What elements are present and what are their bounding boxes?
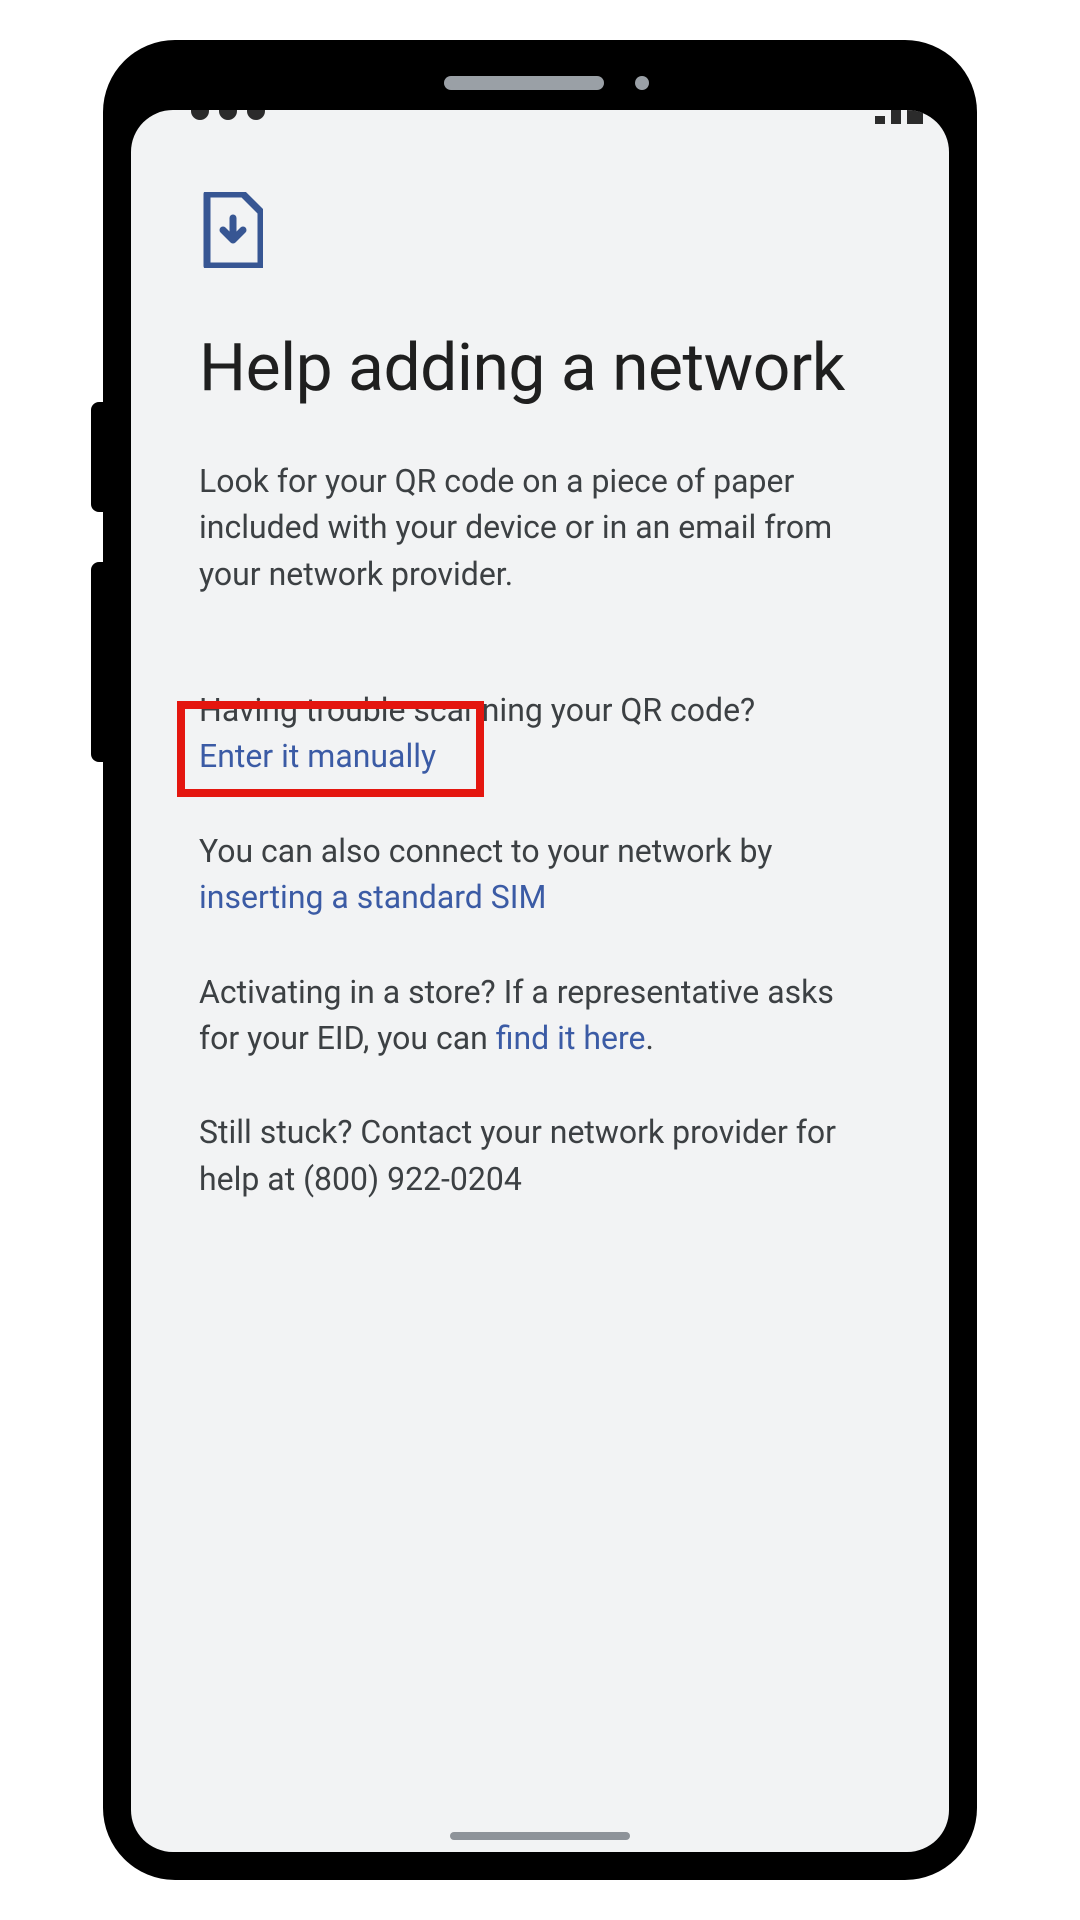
qr-trouble-paragraph: Having trouble scanning your QR code? En… xyxy=(199,687,881,780)
standard-sim-paragraph: You can also connect to your network by … xyxy=(199,828,881,921)
stuck-paragraph: Still stuck? Contact your network provid… xyxy=(199,1109,881,1202)
store-suffix: . xyxy=(645,1019,653,1057)
phone-front-camera xyxy=(635,76,649,90)
qr-trouble-question: Having trouble scanning your QR code? xyxy=(199,691,755,729)
phone-speaker-grille xyxy=(444,76,604,90)
store-paragraph: Activating in a store? If a representati… xyxy=(199,969,881,1062)
phone-mockup-frame: Help adding a network Look for your QR c… xyxy=(105,42,975,1878)
sim-download-icon xyxy=(199,192,263,268)
standard-sim-prefix: You can also connect to your network by xyxy=(199,832,772,870)
insert-standard-sim-link[interactable]: inserting a standard SIM xyxy=(199,878,546,916)
intro-text: Look for your QR code on a piece of pape… xyxy=(199,458,881,597)
stage: Help adding a network Look for your QR c… xyxy=(0,0,1080,1920)
enter-manually-link[interactable]: Enter it manually xyxy=(199,737,436,775)
phone-screen: Help adding a network Look for your QR c… xyxy=(131,110,949,1852)
find-eid-link[interactable]: find it here xyxy=(496,1019,646,1057)
support-phone-number: (800) 922-0204 xyxy=(303,1160,522,1198)
gesture-navigation-bar[interactable] xyxy=(450,1832,630,1840)
help-adding-network-content: Help adding a network Look for your QR c… xyxy=(131,136,949,1202)
status-bar-remnant xyxy=(131,110,949,136)
page-title: Help adding a network xyxy=(199,330,881,408)
